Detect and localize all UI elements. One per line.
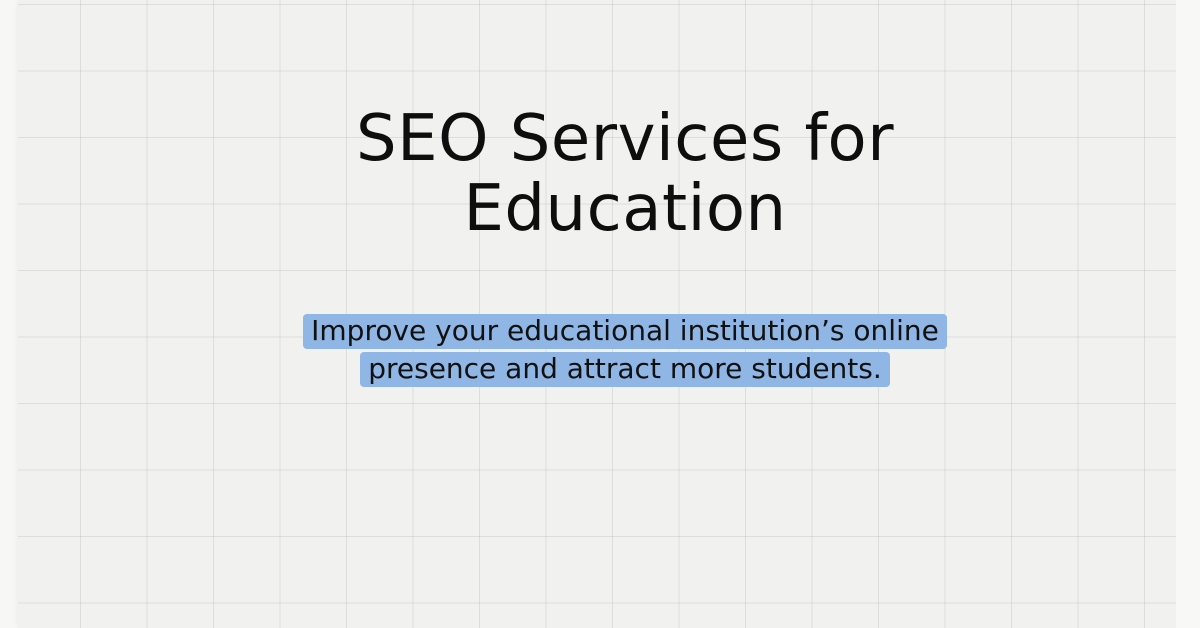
paper-edge-left [0, 0, 18, 628]
paper-edge-right [1176, 0, 1200, 628]
subtitle-block: Improve your educational institution’s o… [300, 312, 950, 388]
subtitle-highlight: Improve your educational institution’s o… [303, 314, 947, 387]
page-title: SEO Services for Education [356, 102, 894, 246]
banner-canvas: SEO Services for Education Improve your … [0, 0, 1200, 628]
